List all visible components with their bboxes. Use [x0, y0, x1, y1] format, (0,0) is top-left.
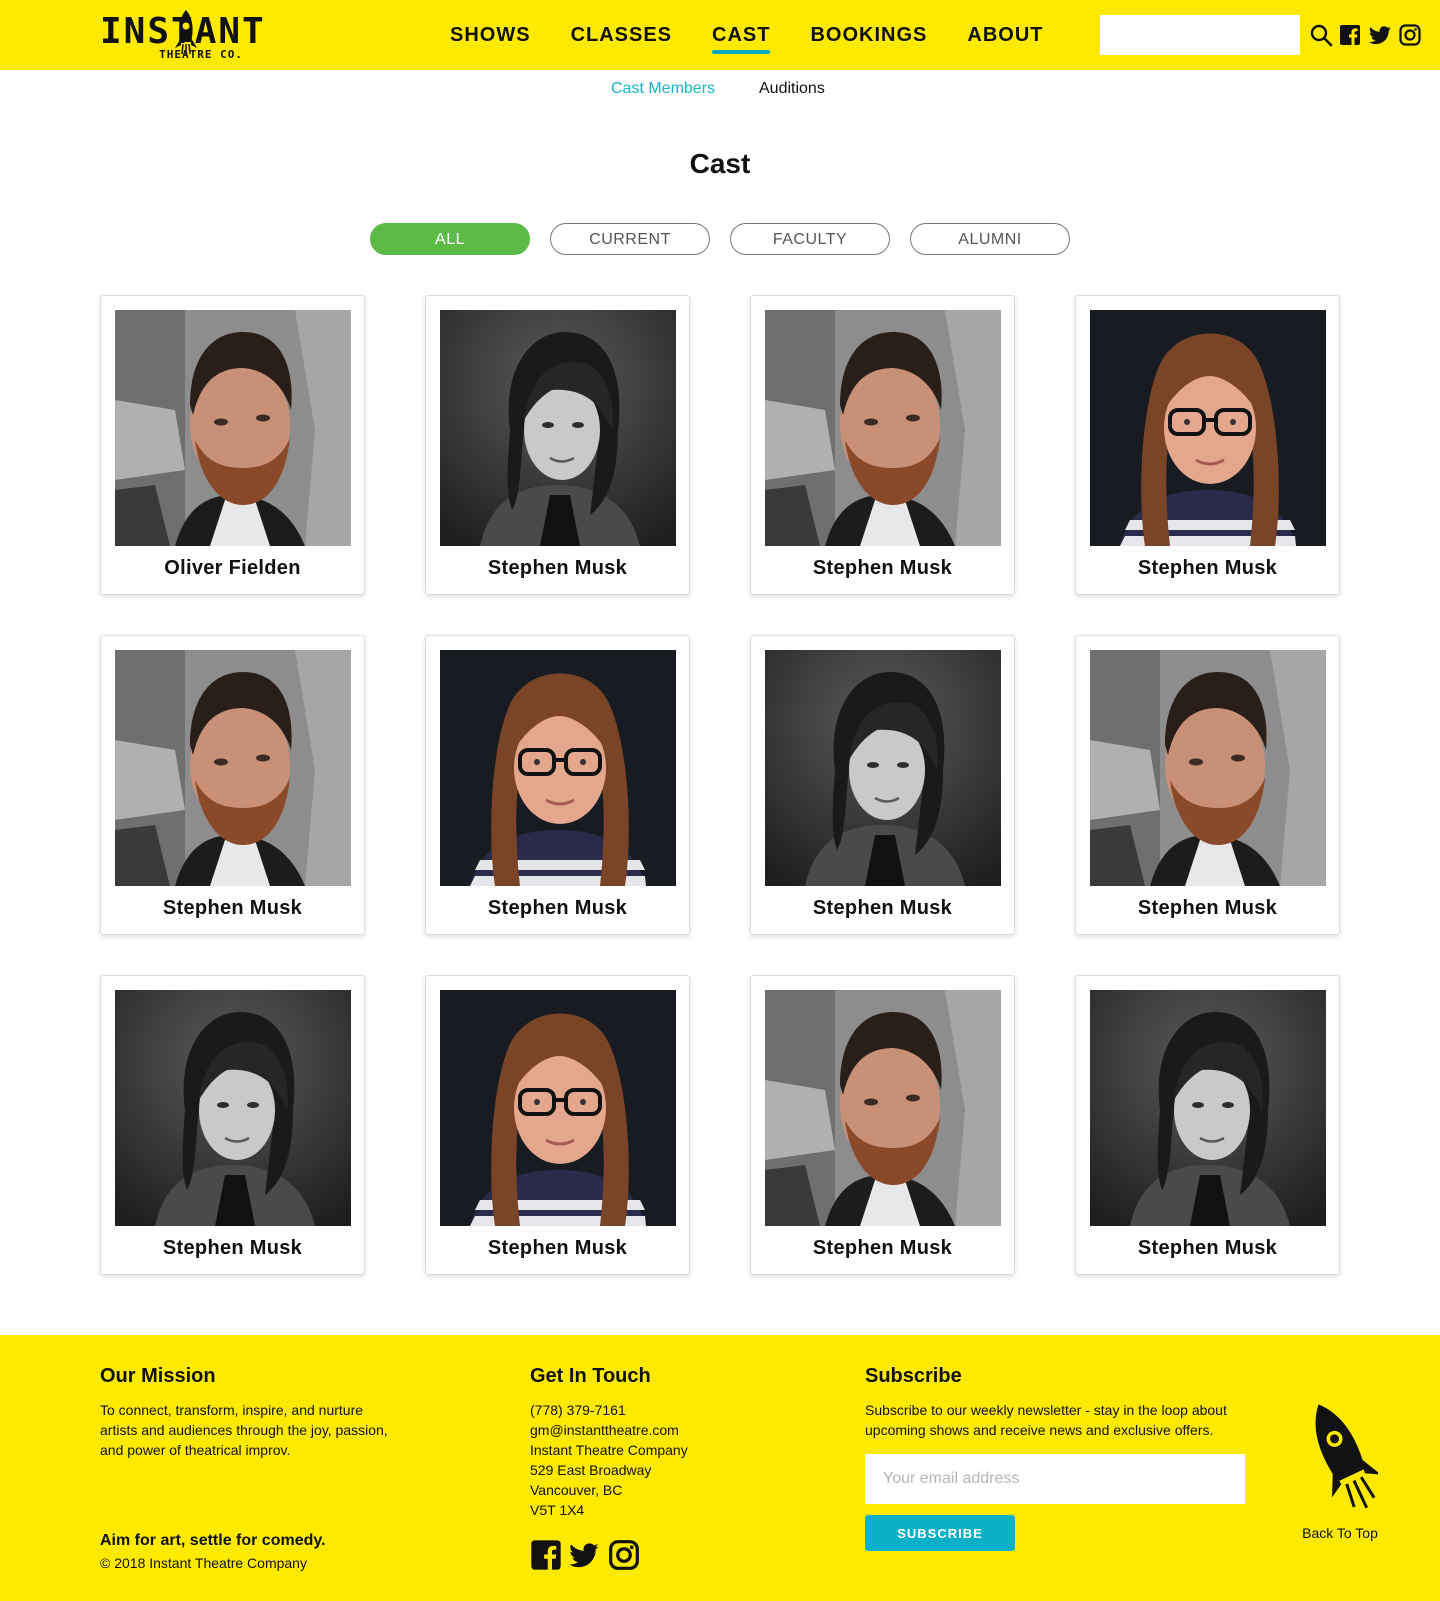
cast-name: Stephen Musk — [487, 557, 628, 579]
cast-card[interactable]: Stephen Musk — [100, 635, 365, 935]
cast-photo[interactable] — [765, 990, 1001, 1226]
cast-card[interactable]: Stephen Musk — [100, 975, 365, 1275]
cast-card[interactable]: Stephen Musk — [425, 295, 690, 595]
contact-info: (778) 379-7161 gm@instanttheatre.com Ins… — [530, 1400, 688, 1520]
cast-name: Stephen Musk — [812, 1237, 953, 1259]
main-nav: SHOWS CLASSES CAST BOOKINGS ABOUT — [450, 0, 1044, 70]
cast-photo[interactable] — [440, 650, 676, 886]
nav-about[interactable]: ABOUT — [967, 0, 1043, 70]
contact-city: Vancouver, BC — [530, 1482, 623, 1498]
subscribe-heading: Subscribe — [865, 1365, 962, 1387]
cast-name: Stephen Musk — [812, 557, 953, 579]
cast-name: Stephen Musk — [487, 897, 628, 919]
cast-name: Oliver Fielden — [164, 557, 301, 579]
cast-card[interactable]: Stephen Musk — [1075, 635, 1340, 935]
contact-email[interactable]: gm@instanttheatre.com — [530, 1420, 688, 1440]
cast-card[interactable]: Oliver Fielden — [100, 295, 365, 595]
sub-nav: Cast Members Auditions — [0, 70, 1440, 110]
contact-postal: V5T 1X4 — [530, 1502, 585, 1518]
nav-shows[interactable]: SHOWS — [450, 0, 531, 70]
cast-card[interactable]: Stephen Musk — [1075, 295, 1340, 595]
cast-card[interactable]: Stephen Musk — [425, 635, 690, 935]
cast-photo[interactable] — [440, 310, 676, 546]
subscribe-button[interactable]: SUBSCRIBE — [865, 1515, 1015, 1551]
cast-photo[interactable] — [765, 650, 1001, 886]
rocket-icon — [1315, 1404, 1378, 1509]
filter-alumni[interactable]: ALUMNI — [910, 223, 1070, 255]
cast-card[interactable]: Stephen Musk — [750, 295, 1015, 595]
logo-subtitle: THEATRE CO. — [159, 48, 243, 61]
cast-photo[interactable] — [1090, 650, 1326, 886]
nav-bookings[interactable]: BOOKINGS — [810, 0, 927, 70]
cast-card[interactable]: Stephen Musk — [750, 635, 1015, 935]
facebook-icon[interactable] — [1338, 23, 1362, 47]
mission-text: To connect, transform, inspire, and nurt… — [100, 1400, 388, 1460]
contact-street: 529 East Broadway — [530, 1462, 652, 1478]
cast-name: Stephen Musk — [162, 1237, 303, 1259]
subnav-auditions[interactable]: Auditions — [759, 80, 825, 98]
mission-line: artists and audiences through the joy, p… — [100, 1422, 388, 1438]
cast-name: Stephen Musk — [1137, 897, 1278, 919]
page-title: Cast — [689, 148, 751, 179]
cast-photo[interactable] — [115, 990, 351, 1226]
site-logo[interactable]: INSTANT THEATRE CO. — [100, 10, 264, 62]
subscribe-text: Subscribe to our weekly newsletter - sta… — [865, 1400, 1227, 1440]
cast-photo[interactable] — [765, 310, 1001, 546]
mission-line: To connect, transform, inspire, and nurt… — [100, 1402, 364, 1418]
cast-name: Stephen Musk — [1137, 557, 1278, 579]
search-input[interactable] — [1100, 15, 1300, 55]
cast-name: Stephen Musk — [487, 1237, 628, 1259]
subscribe-line: upcoming shows and receive news and excl… — [865, 1422, 1214, 1438]
site-header: INSTANT THEATRE CO. SHOWS CLASSES CAST B… — [0, 0, 1440, 70]
search-icon[interactable] — [1309, 23, 1333, 47]
back-to-top-button[interactable]: Back To Top — [1290, 1395, 1390, 1545]
subnav-cast-members[interactable]: Cast Members — [611, 80, 715, 98]
facebook-icon[interactable] — [530, 1539, 562, 1571]
cast-photo[interactable] — [115, 310, 351, 546]
cast-name: Stephen Musk — [812, 897, 953, 919]
tagline: Aim for art, settle for comedy. — [100, 1532, 326, 1549]
cast-card[interactable]: Stephen Musk — [750, 975, 1015, 1275]
site-footer: Our Mission To connect, transform, inspi… — [0, 1335, 1440, 1601]
back-to-top-label: Back To Top — [1302, 1525, 1378, 1541]
nav-classes[interactable]: CLASSES — [571, 0, 672, 70]
filter-current[interactable]: CURRENT — [550, 223, 710, 255]
cast-photo[interactable] — [1090, 990, 1326, 1226]
contact-phone[interactable]: (778) 379-7161 — [530, 1400, 688, 1420]
cast-card[interactable]: Stephen Musk — [1075, 975, 1340, 1275]
email-field[interactable] — [865, 1454, 1245, 1504]
cast-photo[interactable] — [440, 990, 676, 1226]
contact-company: Instant Theatre Company — [530, 1442, 688, 1458]
cast-photo[interactable] — [1090, 310, 1326, 546]
cast-name: Stephen Musk — [162, 897, 303, 919]
cast-card[interactable]: Stephen Musk — [425, 975, 690, 1275]
cast-name: Stephen Musk — [1137, 1237, 1278, 1259]
twitter-icon[interactable] — [1368, 23, 1392, 47]
instagram-icon[interactable] — [1398, 23, 1422, 47]
twitter-icon[interactable] — [568, 1539, 600, 1571]
nav-cast[interactable]: CAST — [712, 0, 771, 70]
mission-line: and power of theatrical improv. — [100, 1442, 291, 1458]
subscribe-line: Subscribe to our weekly newsletter - sta… — [865, 1402, 1227, 1418]
contact-heading: Get In Touch — [530, 1365, 651, 1387]
filter-faculty[interactable]: FACULTY — [730, 223, 890, 255]
instagram-icon[interactable] — [608, 1539, 640, 1571]
mission-heading: Our Mission — [100, 1365, 216, 1387]
copyright: © 2018 Instant Theatre Company — [100, 1555, 307, 1571]
cast-photo[interactable] — [115, 650, 351, 886]
filter-all[interactable]: ALL — [370, 223, 530, 255]
